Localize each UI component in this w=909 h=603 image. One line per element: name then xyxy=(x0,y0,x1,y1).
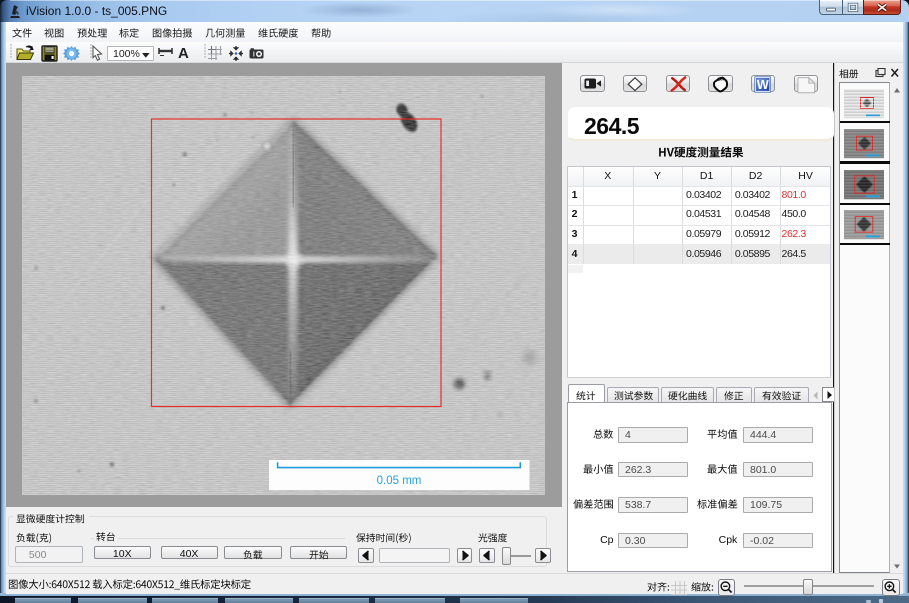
svg-text:0.05 mm: 0.05 mm xyxy=(377,475,422,487)
svg-text:W: W xyxy=(757,79,769,93)
